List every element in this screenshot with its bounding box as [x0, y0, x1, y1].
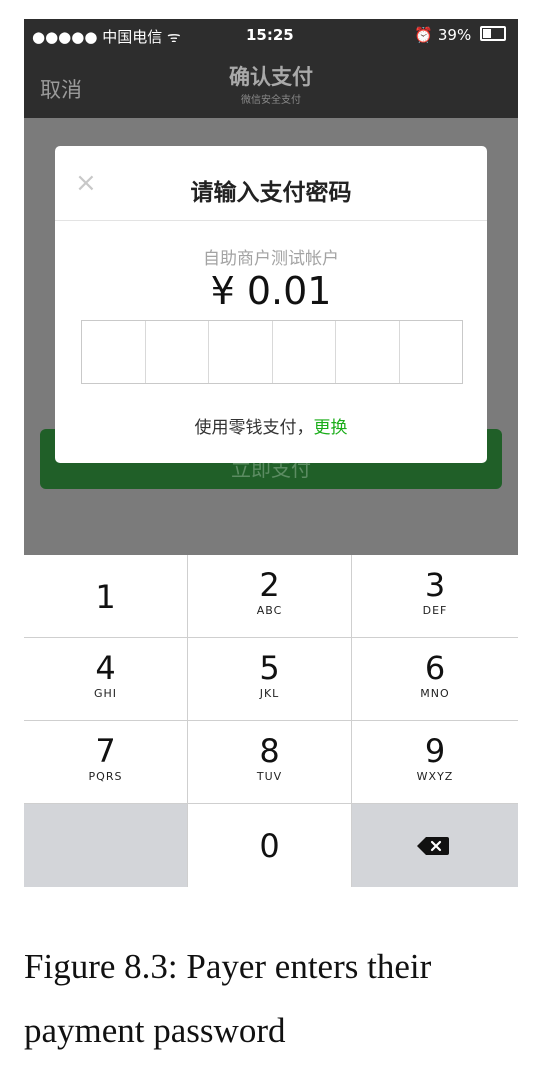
- caption-line-2: payment password: [24, 1011, 286, 1050]
- figure-caption: Figure 8.3: Payer enters their payment p…: [24, 935, 544, 1063]
- key-4[interactable]: 4 GHI: [24, 638, 188, 721]
- key-3[interactable]: 3 DEF: [352, 555, 518, 638]
- key-number: 5: [259, 649, 280, 687]
- key-9[interactable]: 9 WXYZ: [352, 721, 518, 804]
- delete-button[interactable]: [352, 804, 518, 887]
- phone-screen: ●●●●● 中国电信 ᯤ 15:25 ⏰ 39% 取消 确认支付 微信安全支付 …: [24, 19, 518, 887]
- change-method-link[interactable]: 更换: [314, 418, 348, 438]
- password-digit-box: [209, 321, 273, 383]
- backspace-icon: [417, 837, 449, 855]
- page-title: 确认支付: [229, 65, 313, 89]
- status-bar: ●●●●● 中国电信 ᯤ 15:25 ⏰ 39%: [24, 19, 518, 49]
- key-2[interactable]: 2 ABC: [188, 555, 352, 638]
- password-digit-box: [82, 321, 146, 383]
- key-letters: WXYZ: [416, 770, 454, 783]
- key-letters: PQRS: [88, 770, 123, 783]
- dialog-title: 请输入支付密码: [190, 180, 352, 206]
- payment-method: 使用零钱支付，更换: [55, 413, 487, 438]
- status-time: 15:25: [246, 26, 294, 44]
- password-digit-box: [146, 321, 209, 383]
- alarm-icon: ⏰: [414, 26, 434, 44]
- key-number: 2: [259, 566, 280, 604]
- key-number: 0: [259, 827, 280, 865]
- password-digit-box: [273, 321, 336, 383]
- key-6[interactable]: 6 MNO: [352, 638, 518, 721]
- key-1[interactable]: 1: [24, 555, 188, 638]
- key-number: 8: [259, 732, 280, 770]
- battery-percent: 39%: [437, 26, 472, 44]
- key-number: 9: [424, 732, 446, 770]
- key-letters: DEF: [422, 604, 448, 617]
- key-letters: ABC: [256, 604, 283, 617]
- key-letters: JKL: [259, 687, 280, 700]
- key-letters: TUV: [256, 770, 283, 783]
- merchant-name: 自助商户测试帐户: [203, 249, 339, 269]
- key-letters: MNO: [420, 687, 450, 700]
- password-dialog: × 请输入支付密码 自助商户测试帐户 ¥ 0.01 使用零钱支付，更换: [55, 146, 487, 463]
- divider: [55, 220, 487, 221]
- battery-status: ⏰ 39%: [414, 26, 506, 44]
- key-0[interactable]: 0: [188, 804, 352, 887]
- numeric-keypad: 1 2 ABC 3 DEF 4 GHI 5 JKL 6 MNO 7 PQRS 8…: [24, 555, 518, 887]
- top-bar: ●●●●● 中国电信 ᯤ 15:25 ⏰ 39% 取消 确认支付 微信安全支付: [24, 19, 518, 118]
- key-number: 6: [424, 649, 446, 687]
- key-letters: GHI: [93, 687, 118, 700]
- caption-line-1: Figure 8.3: Payer enters their: [24, 947, 432, 986]
- key-number: 4: [95, 649, 116, 687]
- key-number: 7: [95, 732, 116, 770]
- key-number: 3: [424, 566, 446, 604]
- payment-amount: ¥ 0.01: [210, 269, 332, 313]
- key-5[interactable]: 5 JKL: [188, 638, 352, 721]
- key-number: 1: [95, 578, 116, 616]
- key-7[interactable]: 7 PQRS: [24, 721, 188, 804]
- password-digit-box: [400, 321, 463, 383]
- password-input[interactable]: [81, 320, 463, 384]
- payment-method-text: 使用零钱支付，: [194, 418, 314, 438]
- page-subtitle: 微信安全支付: [241, 95, 301, 106]
- blank-key: [24, 804, 188, 887]
- carrier-signal: ●●●●● 中国电信 ᯤ: [32, 28, 181, 46]
- battery-icon: [480, 26, 506, 41]
- password-digit-box: [336, 321, 400, 383]
- key-8[interactable]: 8 TUV: [188, 721, 352, 804]
